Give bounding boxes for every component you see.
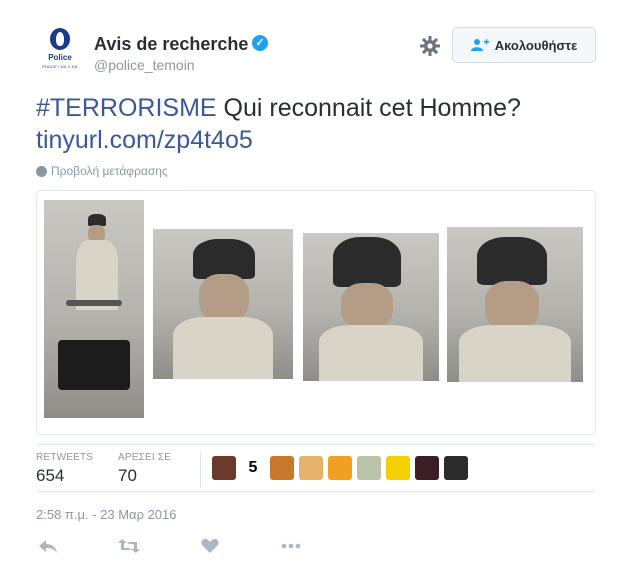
surveillance-photo-1[interactable] — [44, 200, 144, 418]
surveillance-photo-4[interactable] — [447, 227, 583, 382]
globe-icon — [36, 165, 47, 177]
liker-avatar[interactable]: 5 — [241, 456, 265, 480]
liker-avatar[interactable] — [212, 456, 236, 480]
like-icon[interactable] — [198, 534, 222, 558]
luggage — [58, 340, 130, 390]
liker-avatar-text: 5 — [248, 459, 258, 476]
hat — [193, 239, 255, 279]
likes-label: ΑΡΕΣΕΙ ΣΕ — [118, 452, 172, 463]
liker-avatar[interactable] — [415, 456, 439, 480]
face — [199, 274, 249, 322]
tweet-timestamp[interactable]: 2:58 π.μ. - 23 Μαρ 2016 — [36, 507, 177, 522]
tweet-body: Qui reconnait cet Homme? — [216, 94, 521, 122]
follow-button[interactable]: Ακολουθήστε — [452, 27, 596, 63]
verified-icon: ✓ — [252, 35, 268, 51]
face — [485, 281, 539, 331]
translate-label: Προβολή μετάφρασης — [51, 164, 168, 178]
police-flame-icon — [56, 32, 64, 46]
account-name[interactable]: Avis de recherche — [94, 34, 248, 55]
more-icon[interactable] — [279, 534, 303, 558]
jacket — [459, 325, 571, 382]
media-card[interactable] — [36, 190, 596, 435]
jacket — [319, 325, 423, 381]
liker-avatars: 5 — [212, 456, 468, 480]
hashtag-link[interactable]: #TERRORISME — [36, 94, 217, 122]
logo-text: Police — [48, 53, 72, 62]
retweets-count[interactable]: 654 — [36, 466, 64, 486]
tweet-actions — [36, 534, 360, 558]
account-handle[interactable]: @police_temoin — [94, 57, 195, 73]
liker-avatar[interactable] — [444, 456, 468, 480]
cart — [66, 300, 122, 306]
stats-separator — [200, 452, 201, 488]
liker-avatar[interactable] — [299, 456, 323, 480]
translate-link[interactable]: Προβολή μετάφρασης — [36, 164, 168, 178]
gear-icon[interactable] — [418, 34, 442, 58]
logo-subtext: POLICE / 101 2 101 — [42, 64, 78, 69]
add-user-icon — [470, 38, 489, 52]
divider — [36, 491, 596, 492]
follow-label: Ακολουθήστε — [494, 37, 578, 53]
reply-icon[interactable] — [36, 534, 60, 558]
surveillance-photo-3[interactable] — [303, 233, 439, 381]
hat — [477, 237, 547, 285]
hat — [333, 237, 401, 287]
liker-avatar[interactable] — [328, 456, 352, 480]
divider — [36, 444, 596, 445]
tweet-text: #TERRORISME Qui reconnait cet Homme? — [36, 92, 616, 124]
liker-avatar[interactable] — [357, 456, 381, 480]
retweets-label: RETWEETS — [36, 452, 94, 463]
face — [341, 283, 393, 329]
avatar[interactable]: Police POLICE / 101 2 101 — [36, 26, 84, 74]
tweet-link[interactable]: tinyurl.com/zp4t4o5 — [36, 124, 253, 156]
retweet-icon[interactable] — [117, 534, 141, 558]
surveillance-photo-2[interactable] — [153, 229, 293, 379]
liker-avatar[interactable] — [270, 456, 294, 480]
likes-count[interactable]: 70 — [118, 466, 137, 486]
jacket — [173, 317, 273, 379]
liker-avatar[interactable] — [386, 456, 410, 480]
